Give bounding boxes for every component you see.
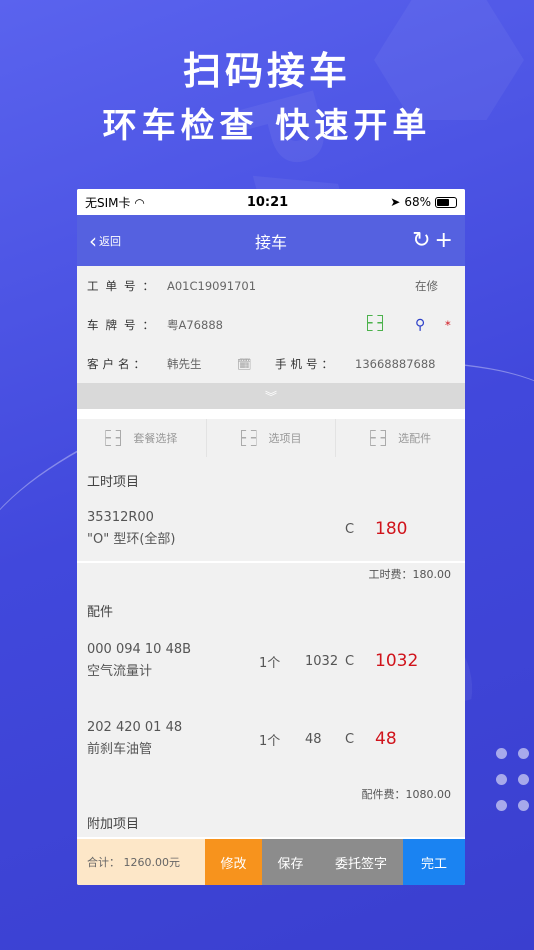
item-selectors: 套餐选择 选项目 选配件 xyxy=(77,419,465,457)
part-name: 前刹车油管 xyxy=(87,742,153,757)
part-qty: 1个 xyxy=(259,655,281,671)
search-icon[interactable]: ⚲ xyxy=(415,317,445,333)
battery-icon xyxy=(434,196,457,208)
plate-value[interactable]: 粤A76888 xyxy=(167,317,367,333)
chevron-left-icon: ‹ xyxy=(89,228,97,253)
customer-label: 客户名： xyxy=(87,356,149,371)
order-number-value: A01C19091701 xyxy=(167,278,257,293)
package-select-button[interactable]: 套餐选择 xyxy=(77,419,207,457)
back-button[interactable]: ‹ 返回 xyxy=(89,231,169,251)
location-arrow-icon: ➤ xyxy=(390,195,401,209)
refresh-icon[interactable]: ↻ xyxy=(412,228,430,253)
parts-title: 配件 xyxy=(87,605,114,620)
promo-subline: 环车检查 快速开单 xyxy=(102,106,432,146)
carrier-label: 无SIM卡 ◠ xyxy=(85,195,145,210)
select-parts-label: 选配件 xyxy=(398,432,432,445)
promo-headline: 扫码接车 xyxy=(182,49,351,93)
phone-label: 手机号： xyxy=(275,356,337,371)
sign-button[interactable]: 委托签字 xyxy=(319,839,403,885)
order-number-row: 工单号： A01C19091701 在修 xyxy=(87,266,455,305)
expand-toggle[interactable]: ︾ xyxy=(77,383,465,409)
labor-section: 工时项目 35312R00 "O" 型环(全部) C 180 工时费：180.0… xyxy=(77,457,465,587)
add-icon[interactable]: + xyxy=(435,228,453,253)
save-button[interactable]: 保存 xyxy=(262,839,319,885)
part-level: C xyxy=(345,653,355,669)
package-select-label: 套餐选择 xyxy=(133,432,178,445)
labor-item-code: 35312R00 xyxy=(87,510,154,525)
labor-item-total: 180 xyxy=(375,519,408,539)
status-bar: 无SIM卡 ◠ 10:21 ➤ 68% xyxy=(77,189,465,215)
select-parts-button[interactable]: 选配件 xyxy=(336,419,465,457)
scan-plate-button[interactable] xyxy=(367,315,415,334)
complete-button[interactable]: 完工 xyxy=(403,839,465,885)
scan-icon xyxy=(105,430,121,446)
parts-item-row[interactable]: 000 094 10 48B 空气流量计 1个 1032 C 1032 xyxy=(77,627,465,695)
plate-label: 车牌号： xyxy=(87,317,161,332)
parts-fee: 配件费：1080.00 xyxy=(361,788,452,801)
customer-row: 客户名： 韩先生 🗓 手机号： 13668887688 xyxy=(87,344,455,383)
part-name: 空气流量计 xyxy=(87,664,153,679)
clock: 10:21 xyxy=(246,194,289,210)
edit-button[interactable]: 修改 xyxy=(205,839,262,885)
parts-item-row[interactable]: 202 420 01 48 前刹车油管 1个 48 C 48 xyxy=(77,695,465,783)
labor-item-info: 35312R00 "O" 型环(全部) xyxy=(87,507,345,551)
labor-fee: 工时费：180.00 xyxy=(368,568,452,581)
customer-value[interactable]: 韩先生 xyxy=(167,356,237,372)
part-total: 48 xyxy=(375,729,397,749)
total-summary: 合计： 1260.00元 xyxy=(77,839,205,885)
back-label: 返回 xyxy=(99,234,121,248)
part-qty: 1个 xyxy=(259,733,281,749)
labor-title: 工时项目 xyxy=(87,475,140,490)
labor-item-row[interactable]: 35312R00 "O" 型环(全部) C 180 xyxy=(77,497,465,561)
status-right: ➤ 68% xyxy=(390,195,457,209)
extra-title: 附加项目 xyxy=(87,817,140,832)
page-title: 接车 xyxy=(254,232,287,252)
plate-row: 车牌号： 粤A76888 ⚲ * xyxy=(87,305,455,344)
customer-history-icon[interactable]: 🗓 xyxy=(237,357,275,371)
nav-actions: ↻ + xyxy=(373,228,453,253)
order-status: 在修 xyxy=(415,278,438,293)
part-total: 1032 xyxy=(375,651,419,671)
phone-value[interactable]: 13668887688 xyxy=(355,357,435,371)
order-info: 工单号： A01C19091701 在修 车牌号： 粤A76888 ⚲ * 客户… xyxy=(77,266,465,383)
battery-percent: 68% xyxy=(404,195,431,209)
part-code: 000 094 10 48B xyxy=(87,642,192,657)
scan-icon xyxy=(370,430,386,446)
labor-item-name: "O" 型环(全部) xyxy=(87,532,176,547)
part-info: 000 094 10 48B 空气流量计 xyxy=(87,639,259,683)
part-price: 1032 xyxy=(305,653,339,669)
decorative-dots xyxy=(496,748,534,826)
order-number-label: 工单号： xyxy=(87,278,161,293)
select-project-button[interactable]: 选项目 xyxy=(207,419,337,457)
scan-icon xyxy=(367,315,383,331)
part-info: 202 420 01 48 前刹车油管 xyxy=(87,717,259,761)
chevron-double-down-icon: ︾ xyxy=(264,389,277,404)
part-code: 202 420 01 48 xyxy=(87,720,183,735)
parts-section: 配件 000 094 10 48B 空气流量计 1个 1032 C 1032 2… xyxy=(77,587,465,837)
scan-icon xyxy=(241,430,257,446)
part-level: C xyxy=(345,731,355,747)
phone-screen: 无SIM卡 ◠ 10:21 ➤ 68% ‹ 返回 接车 ↻ + 工单号： A01… xyxy=(77,189,465,885)
select-project-label: 选项目 xyxy=(268,432,302,445)
labor-item-level: C xyxy=(345,521,355,537)
wifi-icon: ◠ xyxy=(134,195,145,210)
part-price: 48 xyxy=(305,731,322,747)
nav-bar: ‹ 返回 接车 ↻ + xyxy=(77,215,465,266)
bottom-bar: 合计： 1260.00元 修改 保存 委托签字 完工 xyxy=(77,839,465,885)
required-mark: * xyxy=(445,317,451,332)
